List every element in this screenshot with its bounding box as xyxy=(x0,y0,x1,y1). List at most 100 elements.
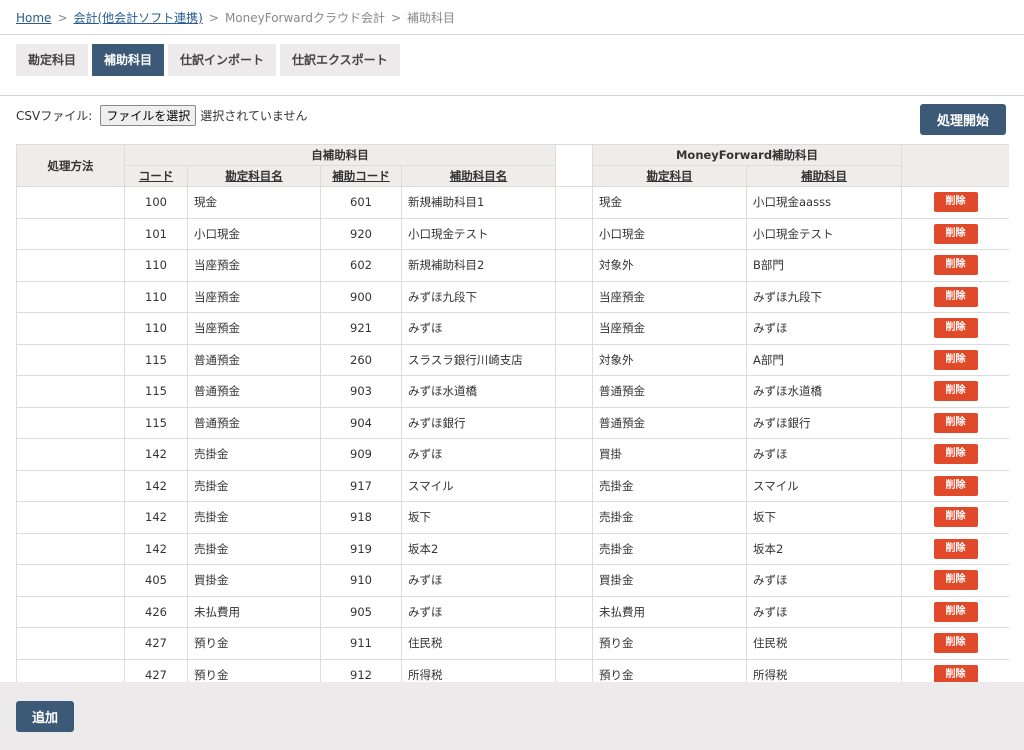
delete-button[interactable]: 削除 xyxy=(933,444,978,465)
sub-code-cell: 910 xyxy=(320,564,402,597)
mf-account-cell: 買掛 xyxy=(592,438,747,471)
spacer-cell xyxy=(555,280,593,313)
delete-button[interactable]: 削除 xyxy=(933,664,978,682)
sub-name-cell: 坂下 xyxy=(401,501,556,534)
sub-name-cell: スラスラ銀行川崎支店 xyxy=(401,343,556,376)
spacer-cell xyxy=(555,186,593,219)
action-cell: 削除 xyxy=(901,312,1009,345)
add-button[interactable]: 追加 xyxy=(16,701,74,732)
mf-sub-cell: 小口現金テスト xyxy=(745,217,903,250)
delete-button[interactable]: 削除 xyxy=(933,255,978,276)
method-cell xyxy=(16,375,125,408)
code-column-header[interactable]: コード xyxy=(124,165,188,187)
sub-code-cell: 921 xyxy=(320,312,402,345)
mf-sub-cell: 住民税 xyxy=(745,627,903,660)
sub-code-cell: 905 xyxy=(320,595,402,628)
sub-code-cell: 918 xyxy=(320,501,402,534)
sub-code-cell: 602 xyxy=(320,249,402,282)
method-cell xyxy=(16,469,125,502)
code-cell: 115 xyxy=(124,406,188,439)
table-row: 142 売掛金 918 坂下 売掛金 坂下 削除 xyxy=(16,501,1009,534)
file-select-button[interactable]: ファイルを選択 xyxy=(100,105,197,126)
sub-code-cell: 900 xyxy=(320,280,402,313)
mapping-table-container[interactable]: 処理方法 自補助科目 MoneyForward補助科目 コード 勘定科目名 補助… xyxy=(16,144,1009,682)
csv-label: CSVファイル: xyxy=(16,109,93,123)
spacer-cell xyxy=(555,217,593,250)
mf-account-column-header[interactable]: 勘定科目 xyxy=(592,165,747,187)
method-cell xyxy=(16,595,125,628)
mf-account-cell: 未払費用 xyxy=(592,595,747,628)
breadcrumb-home-link[interactable]: Home xyxy=(16,11,51,25)
tab-sub-account[interactable]: 補助科目 xyxy=(92,44,165,76)
account-name-cell: 当座預金 xyxy=(187,280,321,313)
action-cell: 削除 xyxy=(901,186,1009,219)
account-name-column-header[interactable]: 勘定科目名 xyxy=(187,165,321,187)
table-row: 115 普通預金 903 みずほ水道橋 普通預金 みずほ水道橋 削除 xyxy=(16,375,1009,408)
breadcrumb-category-link[interactable]: 会計(他会計ソフト連携) xyxy=(74,11,203,25)
delete-button[interactable]: 削除 xyxy=(933,381,978,402)
account-name-cell: 普通預金 xyxy=(187,375,321,408)
delete-button[interactable]: 削除 xyxy=(933,223,978,244)
delete-button[interactable]: 削除 xyxy=(933,475,978,496)
table-row: 110 当座預金 921 みずほ 当座預金 みずほ 削除 xyxy=(16,312,1009,345)
breadcrumb-separator: > xyxy=(57,11,68,25)
delete-button[interactable]: 削除 xyxy=(933,286,978,307)
own-sub-account-group-header: 自補助科目 xyxy=(124,144,556,166)
table-row: 115 普通預金 904 みずほ銀行 普通預金 みずほ銀行 削除 xyxy=(16,406,1009,439)
delete-button[interactable]: 削除 xyxy=(933,507,978,528)
code-cell: 100 xyxy=(124,186,188,219)
code-cell: 110 xyxy=(124,312,188,345)
mf-sub-cell: みずほ xyxy=(745,438,903,471)
tab-journal-import[interactable]: 仕訳インポート xyxy=(168,44,277,76)
mf-sub-cell: A部門 xyxy=(745,343,903,376)
code-cell: 405 xyxy=(124,564,188,597)
spacer-cell xyxy=(555,627,593,660)
mf-account-cell: 対象外 xyxy=(592,249,747,282)
sub-code-cell: 912 xyxy=(320,658,402,682)
method-cell xyxy=(16,501,125,534)
sub-name-column-header[interactable]: 補助科目名 xyxy=(401,165,556,187)
delete-button[interactable]: 削除 xyxy=(933,318,978,339)
spacer-cell xyxy=(555,469,593,502)
tab-bar: 勘定科目 補助科目 仕訳インポート 仕訳エクスポート xyxy=(16,44,404,76)
action-cell: 削除 xyxy=(901,627,1009,660)
account-name-cell: 当座預金 xyxy=(187,312,321,345)
mf-account-cell: 対象外 xyxy=(592,343,747,376)
mf-sub-column-header[interactable]: 補助科目 xyxy=(745,165,903,187)
table-body: 100 現金 601 新規補助科目1 現金 小口現金aasss 削除 101 小口現金 920 小口… xyxy=(16,186,1009,682)
delete-button[interactable]: 削除 xyxy=(933,538,978,559)
mf-account-cell: 売掛金 xyxy=(592,532,747,565)
mf-account-cell: 当座預金 xyxy=(592,312,747,345)
method-cell xyxy=(16,186,125,219)
spacer-cell xyxy=(555,438,593,471)
sub-code-column-header[interactable]: 補助コード xyxy=(320,165,402,187)
sub-code-cell: 904 xyxy=(320,406,402,439)
tab-account[interactable]: 勘定科目 xyxy=(16,44,89,76)
table-row: 101 小口現金 920 小口現金テスト 小口現金 小口現金テスト 削除 xyxy=(16,217,1009,250)
tab-journal-export[interactable]: 仕訳エクスポート xyxy=(280,44,400,76)
sub-name-cell: みずほ銀行 xyxy=(401,406,556,439)
spacer-cell xyxy=(555,375,593,408)
mf-sub-cell: みずほ xyxy=(745,595,903,628)
file-status-text: 選択されていません xyxy=(200,109,308,123)
sub-name-cell: 新規補助科目2 xyxy=(401,249,556,282)
code-cell: 142 xyxy=(124,469,188,502)
sub-code-cell: 911 xyxy=(320,627,402,660)
spacer-cell xyxy=(555,658,593,682)
delete-button[interactable]: 削除 xyxy=(933,192,978,213)
code-cell: 426 xyxy=(124,595,188,628)
code-cell: 110 xyxy=(124,280,188,313)
delete-button[interactable]: 削除 xyxy=(933,349,978,370)
breadcrumb-current: 補助科目 xyxy=(407,11,456,25)
action-cell: 削除 xyxy=(901,249,1009,282)
spacer-cell xyxy=(555,595,593,628)
process-start-button[interactable]: 処理開始 xyxy=(920,104,1006,135)
method-cell xyxy=(16,249,125,282)
delete-button[interactable]: 削除 xyxy=(933,570,978,591)
action-cell: 削除 xyxy=(901,375,1009,408)
account-name-cell: 普通預金 xyxy=(187,343,321,376)
delete-button[interactable]: 削除 xyxy=(933,412,978,433)
mf-account-cell: 普通預金 xyxy=(592,406,747,439)
delete-button[interactable]: 削除 xyxy=(933,601,978,622)
delete-button[interactable]: 削除 xyxy=(933,633,978,654)
